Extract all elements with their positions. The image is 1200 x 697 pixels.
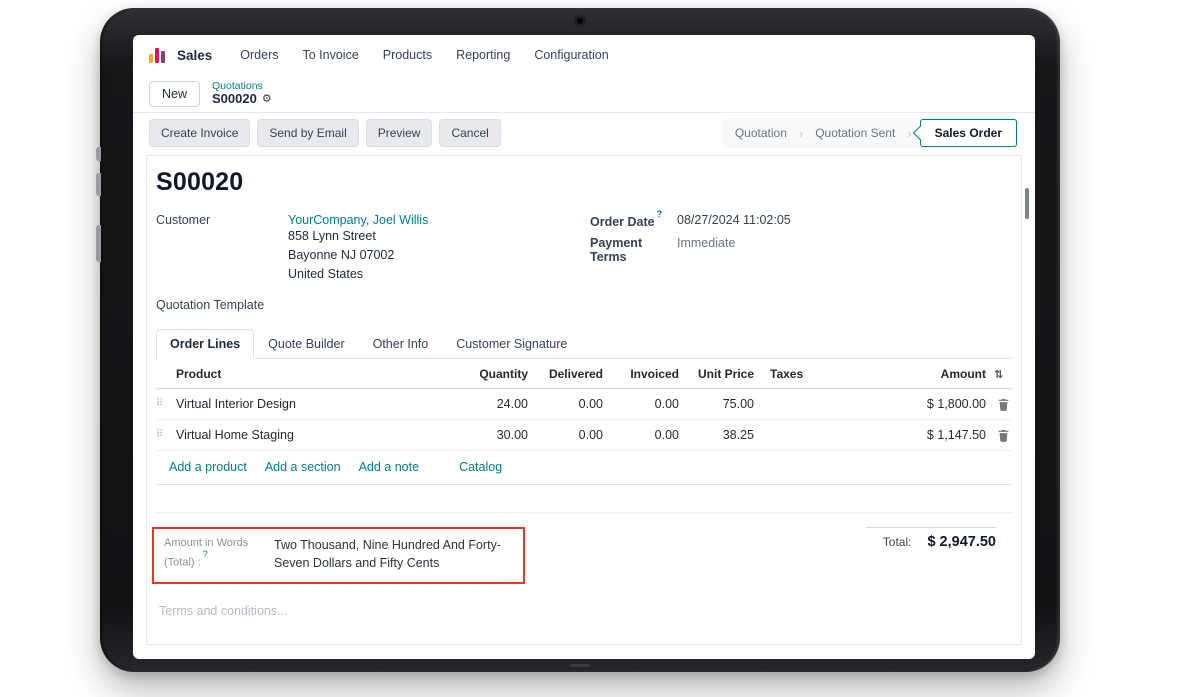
breadcrumb: Quotations S00020 ⚙ <box>212 80 272 107</box>
breadcrumb-current-record: S00020 <box>212 92 257 107</box>
drag-handle-icon[interactable]: ⠿ <box>156 430 172 440</box>
status-step-sales-order-active[interactable]: Sales Order <box>920 119 1017 147</box>
address-line: United States <box>288 265 428 284</box>
section-divider <box>156 485 1012 513</box>
app-screen: Sales Orders To Invoice Products Reporti… <box>133 35 1035 659</box>
add-a-product-link[interactable]: Add a product <box>169 460 247 474</box>
tablet-camera <box>577 18 583 24</box>
order-date-value[interactable]: 08/27/2024 11:02:05 <box>677 213 791 229</box>
cancel-button[interactable]: Cancel <box>439 119 500 147</box>
tab-customer-signature[interactable]: Customer Signature <box>442 329 581 359</box>
delivered-cell[interactable]: 0.00 <box>528 428 603 442</box>
menu-to-invoice[interactable]: To Invoice <box>302 48 358 62</box>
amount-in-words-highlight-box: Amount in Words (Total) :? Two Thousand,… <box>152 527 525 583</box>
customer-link[interactable]: YourCompany, Joel Willis <box>288 213 428 227</box>
delete-row-icon[interactable] <box>986 429 1012 442</box>
page-background: Sales Orders To Invoice Products Reporti… <box>0 0 1200 697</box>
quantity-cell[interactable]: 30.00 <box>432 428 528 442</box>
status-step-quotation-sent[interactable]: Quotation Sent <box>803 120 907 146</box>
record-title: S00020 <box>156 168 1012 197</box>
customer-address: 858 Lynn Street Bayonne NJ 07002 United … <box>288 227 428 283</box>
order-lines-header: Product Quantity Delivered Invoiced Unit… <box>156 359 1012 389</box>
unit-price-cell[interactable]: 38.25 <box>679 428 754 442</box>
tablet-volume-up-button <box>96 173 101 196</box>
optional-columns-icon[interactable]: ⇅ <box>986 368 1012 381</box>
tab-other-info[interactable]: Other Info <box>359 329 443 359</box>
column-product: Product <box>172 367 432 381</box>
order-date-label: Order Date? <box>590 213 677 229</box>
action-buttons: Create Invoice Send by Email Preview Can… <box>149 119 501 147</box>
order-line-row[interactable]: ⠿ Virtual Interior Design 24.00 0.00 0.0… <box>156 389 1012 420</box>
tab-order-lines[interactable]: Order Lines <box>156 329 254 359</box>
totals-zone: Amount in Words (Total) :? Two Thousand,… <box>156 527 1012 583</box>
terms-and-conditions-placeholder[interactable]: Terms and conditions... <box>156 604 1012 618</box>
preview-button[interactable]: Preview <box>366 119 433 147</box>
amount-cell: $ 1,147.50 <box>854 428 986 442</box>
menu-products[interactable]: Products <box>383 48 432 62</box>
tablet-connector <box>570 664 590 667</box>
catalog-link[interactable]: Catalog <box>459 460 502 474</box>
column-quantity: Quantity <box>432 367 528 381</box>
notebook-tabs: Order Lines Quote Builder Other Info Cus… <box>156 329 1012 359</box>
scrollbar-thumb[interactable] <box>1025 188 1029 219</box>
column-unit-price: Unit Price <box>679 367 754 381</box>
tablet-volume-down-button <box>96 225 101 262</box>
chevron-right-icon: › <box>907 126 911 141</box>
gear-icon[interactable]: ⚙ <box>262 93 272 106</box>
app-name[interactable]: Sales <box>177 48 212 63</box>
payment-terms-label: Payment Terms <box>590 236 677 264</box>
control-panel: Create Invoice Send by Email Preview Can… <box>133 113 1035 153</box>
help-hint-icon: ? <box>203 549 208 559</box>
new-button[interactable]: New <box>149 81 200 107</box>
amount-in-words-label: Amount in Words (Total) :? <box>164 536 262 572</box>
amount-cell: $ 1,800.00 <box>854 397 986 411</box>
add-a-section-link[interactable]: Add a section <box>265 460 341 474</box>
tablet-frame: Sales Orders To Invoice Products Reporti… <box>100 8 1060 672</box>
total-value: $ 2,947.50 <box>927 534 996 550</box>
column-invoiced: Invoiced <box>603 367 679 381</box>
add-a-note-link[interactable]: Add a note <box>359 460 419 474</box>
order-total: Total: $ 2,947.50 <box>866 527 996 550</box>
customer-label: Customer <box>156 213 288 283</box>
quantity-cell[interactable]: 24.00 <box>432 397 528 411</box>
invoiced-cell[interactable]: 0.00 <box>603 428 679 442</box>
sales-app-logo-icon[interactable] <box>149 47 165 63</box>
breadcrumb-row: New Quotations S00020 ⚙ <box>133 75 1035 113</box>
top-navbar: Sales Orders To Invoice Products Reporti… <box>133 35 1035 75</box>
form-fields: Customer YourCompany, Joel Willis 858 Ly… <box>156 213 1012 312</box>
send-by-email-button[interactable]: Send by Email <box>257 119 358 147</box>
form-sheet: S00020 Customer YourCompany, Joel Willis… <box>146 155 1022 645</box>
help-hint-icon: ? <box>657 209 663 219</box>
menu-orders[interactable]: Orders <box>240 48 278 62</box>
unit-price-cell[interactable]: 75.00 <box>679 397 754 411</box>
column-amount: Amount <box>854 367 986 381</box>
status-step-quotation[interactable]: Quotation <box>723 120 799 146</box>
amount-in-words-value: Two Thousand, Nine Hundred And Forty-Sev… <box>274 536 513 572</box>
tab-quote-builder[interactable]: Quote Builder <box>254 329 358 359</box>
status-pipeline: Quotation › Quotation Sent › Sales Order <box>721 118 1019 148</box>
column-taxes: Taxes <box>754 367 854 381</box>
total-label: Total: <box>883 535 912 549</box>
menu-configuration[interactable]: Configuration <box>534 48 608 62</box>
delete-row-icon[interactable] <box>986 398 1012 411</box>
create-invoice-button[interactable]: Create Invoice <box>149 119 250 147</box>
main-menu: Orders To Invoice Products Reporting Con… <box>240 48 608 62</box>
drag-handle-icon[interactable]: ⠿ <box>156 399 172 409</box>
menu-reporting[interactable]: Reporting <box>456 48 510 62</box>
column-delivered: Delivered <box>528 367 603 381</box>
payment-terms-value[interactable]: Immediate <box>677 236 735 264</box>
product-cell[interactable]: Virtual Interior Design <box>172 397 432 411</box>
product-cell[interactable]: Virtual Home Staging <box>172 428 432 442</box>
address-line: Bayonne NJ 07002 <box>288 246 428 265</box>
order-line-row[interactable]: ⠿ Virtual Home Staging 30.00 0.00 0.00 3… <box>156 420 1012 451</box>
line-actions: Add a product Add a section Add a note C… <box>156 451 1012 485</box>
address-line: 858 Lynn Street <box>288 227 428 246</box>
delivered-cell[interactable]: 0.00 <box>528 397 603 411</box>
tablet-side-button <box>96 147 101 161</box>
quotation-template-label[interactable]: Quotation Template <box>156 298 590 312</box>
invoiced-cell[interactable]: 0.00 <box>603 397 679 411</box>
